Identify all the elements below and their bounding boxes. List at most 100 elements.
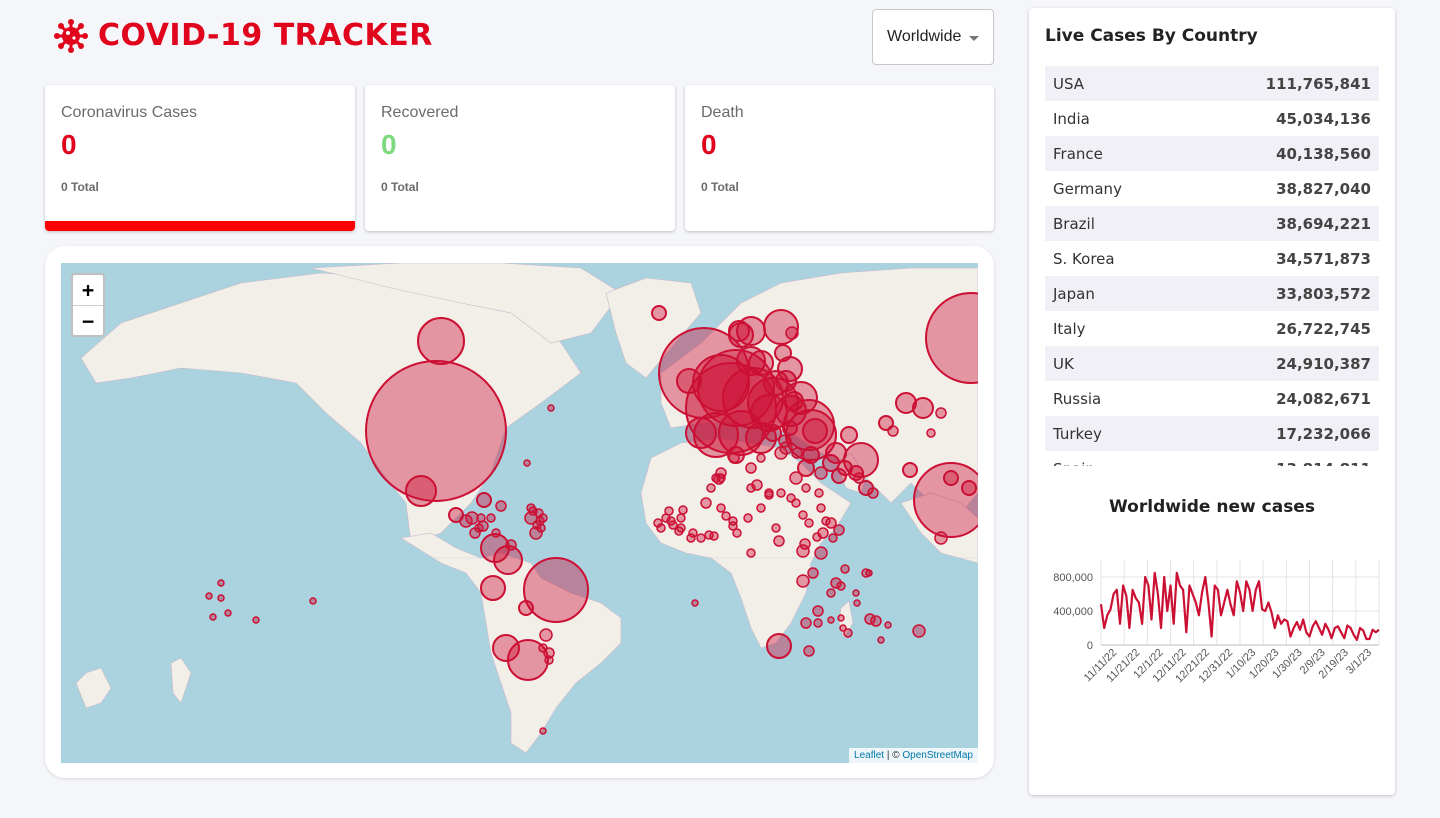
case-circle[interactable] — [902, 462, 918, 478]
case-circle[interactable] — [764, 490, 774, 500]
case-circle[interactable] — [826, 588, 836, 598]
case-circle[interactable] — [887, 425, 899, 437]
case-circle[interactable] — [469, 527, 481, 539]
case-circle[interactable] — [912, 397, 934, 419]
case-circle[interactable] — [814, 488, 824, 498]
case-circle[interactable] — [764, 424, 782, 442]
case-circle[interactable] — [728, 452, 740, 464]
case-circle[interactable] — [839, 624, 847, 632]
case-circle[interactable] — [812, 605, 824, 617]
zoom-in-button[interactable]: + — [73, 275, 103, 305]
case-circle[interactable] — [877, 636, 885, 644]
case-circle[interactable] — [853, 599, 861, 607]
case-circle[interactable] — [803, 645, 815, 657]
case-circle[interactable] — [709, 531, 719, 541]
case-circle[interactable] — [224, 609, 232, 617]
cases-card[interactable]: Coronavirus Cases 0 0 Total — [45, 85, 355, 231]
case-circle[interactable] — [480, 575, 506, 601]
case-circle[interactable] — [505, 539, 517, 551]
case-circle[interactable] — [656, 523, 666, 533]
case-circle[interactable] — [827, 616, 835, 624]
case-circle[interactable] — [837, 614, 845, 622]
case-circle[interactable] — [802, 418, 828, 444]
case-circle[interactable] — [828, 533, 838, 543]
case-circle[interactable] — [786, 493, 796, 503]
case-circle[interactable] — [934, 531, 948, 545]
case-circle[interactable] — [661, 513, 671, 523]
zoom-out-button[interactable]: − — [73, 305, 103, 335]
case-circle[interactable] — [779, 441, 793, 455]
death-card[interactable]: Death 0 0 Total — [685, 85, 994, 231]
case-circle[interactable] — [217, 594, 225, 602]
case-circle[interactable] — [943, 470, 959, 486]
case-circle[interactable] — [365, 360, 507, 502]
case-circle[interactable] — [773, 535, 785, 547]
case-circle[interactable] — [782, 420, 798, 436]
case-circle[interactable] — [840, 426, 858, 444]
case-circle[interactable] — [405, 475, 437, 507]
case-circle[interactable] — [814, 546, 828, 560]
case-circle[interactable] — [676, 368, 702, 394]
case-circle[interactable] — [668, 520, 678, 530]
case-circle[interactable] — [776, 488, 786, 498]
case-circle[interactable] — [807, 567, 819, 579]
case-circle[interactable] — [543, 647, 555, 659]
case-circle[interactable] — [678, 505, 688, 515]
case-circle[interactable] — [526, 503, 536, 513]
case-circle[interactable] — [831, 468, 847, 484]
case-circle[interactable] — [800, 617, 812, 629]
case-circle[interactable] — [476, 492, 492, 508]
case-circle[interactable] — [777, 356, 803, 382]
openstreetmap-link[interactable]: OpenStreetMap — [902, 750, 973, 761]
case-circle[interactable] — [791, 447, 803, 459]
case-circle[interactable] — [676, 513, 686, 523]
leaflet-link[interactable]: Leaflet — [854, 750, 884, 761]
case-circle[interactable] — [912, 624, 926, 638]
case-circle[interactable] — [865, 569, 873, 577]
case-circle[interactable] — [784, 391, 804, 411]
case-circle[interactable] — [309, 597, 317, 605]
case-circle[interactable] — [766, 633, 792, 659]
case-circle[interactable] — [926, 428, 936, 438]
case-circle[interactable] — [536, 523, 546, 533]
case-circle[interactable] — [852, 589, 860, 597]
case-circle[interactable] — [812, 532, 822, 542]
case-circle[interactable] — [935, 407, 947, 419]
case-circle[interactable] — [816, 503, 826, 513]
case-circle[interactable] — [798, 510, 808, 520]
case-circle[interactable] — [867, 487, 879, 499]
case-circle[interactable] — [870, 615, 882, 627]
case-circle[interactable] — [492, 634, 520, 662]
case-circle[interactable] — [651, 305, 667, 321]
case-circle[interactable] — [459, 514, 473, 528]
case-circle[interactable] — [796, 544, 810, 558]
case-circle[interactable] — [813, 618, 823, 628]
case-circle[interactable] — [685, 417, 717, 449]
case-circle[interactable] — [696, 533, 706, 543]
case-circle[interactable] — [756, 503, 766, 513]
case-circle[interactable] — [728, 320, 750, 342]
case-circle[interactable] — [804, 518, 814, 528]
case-circle[interactable] — [476, 513, 486, 523]
case-circle[interactable] — [205, 592, 213, 600]
case-circle[interactable] — [217, 579, 225, 587]
case-circle[interactable] — [495, 500, 507, 512]
case-circle[interactable] — [700, 497, 712, 509]
case-circle[interactable] — [716, 503, 726, 513]
case-circle[interactable] — [853, 472, 865, 484]
case-circle[interactable] — [736, 346, 766, 376]
case-circle[interactable] — [728, 516, 738, 526]
case-circle[interactable] — [686, 533, 696, 543]
case-circle[interactable] — [745, 462, 757, 474]
live-cases-table[interactable]: USA 111,765,841 India 45,034,136 France 40,13… — [1045, 66, 1379, 466]
case-circle[interactable] — [743, 513, 753, 523]
case-circle[interactable] — [814, 466, 828, 480]
case-circle[interactable] — [961, 480, 977, 496]
case-circle[interactable] — [925, 292, 978, 384]
world-map[interactable]: + − Leaflet | © OpenStreetMap — [61, 263, 978, 763]
case-circle[interactable] — [840, 564, 850, 574]
case-circle[interactable] — [884, 621, 892, 629]
case-circle[interactable] — [821, 516, 831, 526]
case-circle[interactable] — [706, 483, 716, 493]
case-circle[interactable] — [789, 471, 803, 485]
